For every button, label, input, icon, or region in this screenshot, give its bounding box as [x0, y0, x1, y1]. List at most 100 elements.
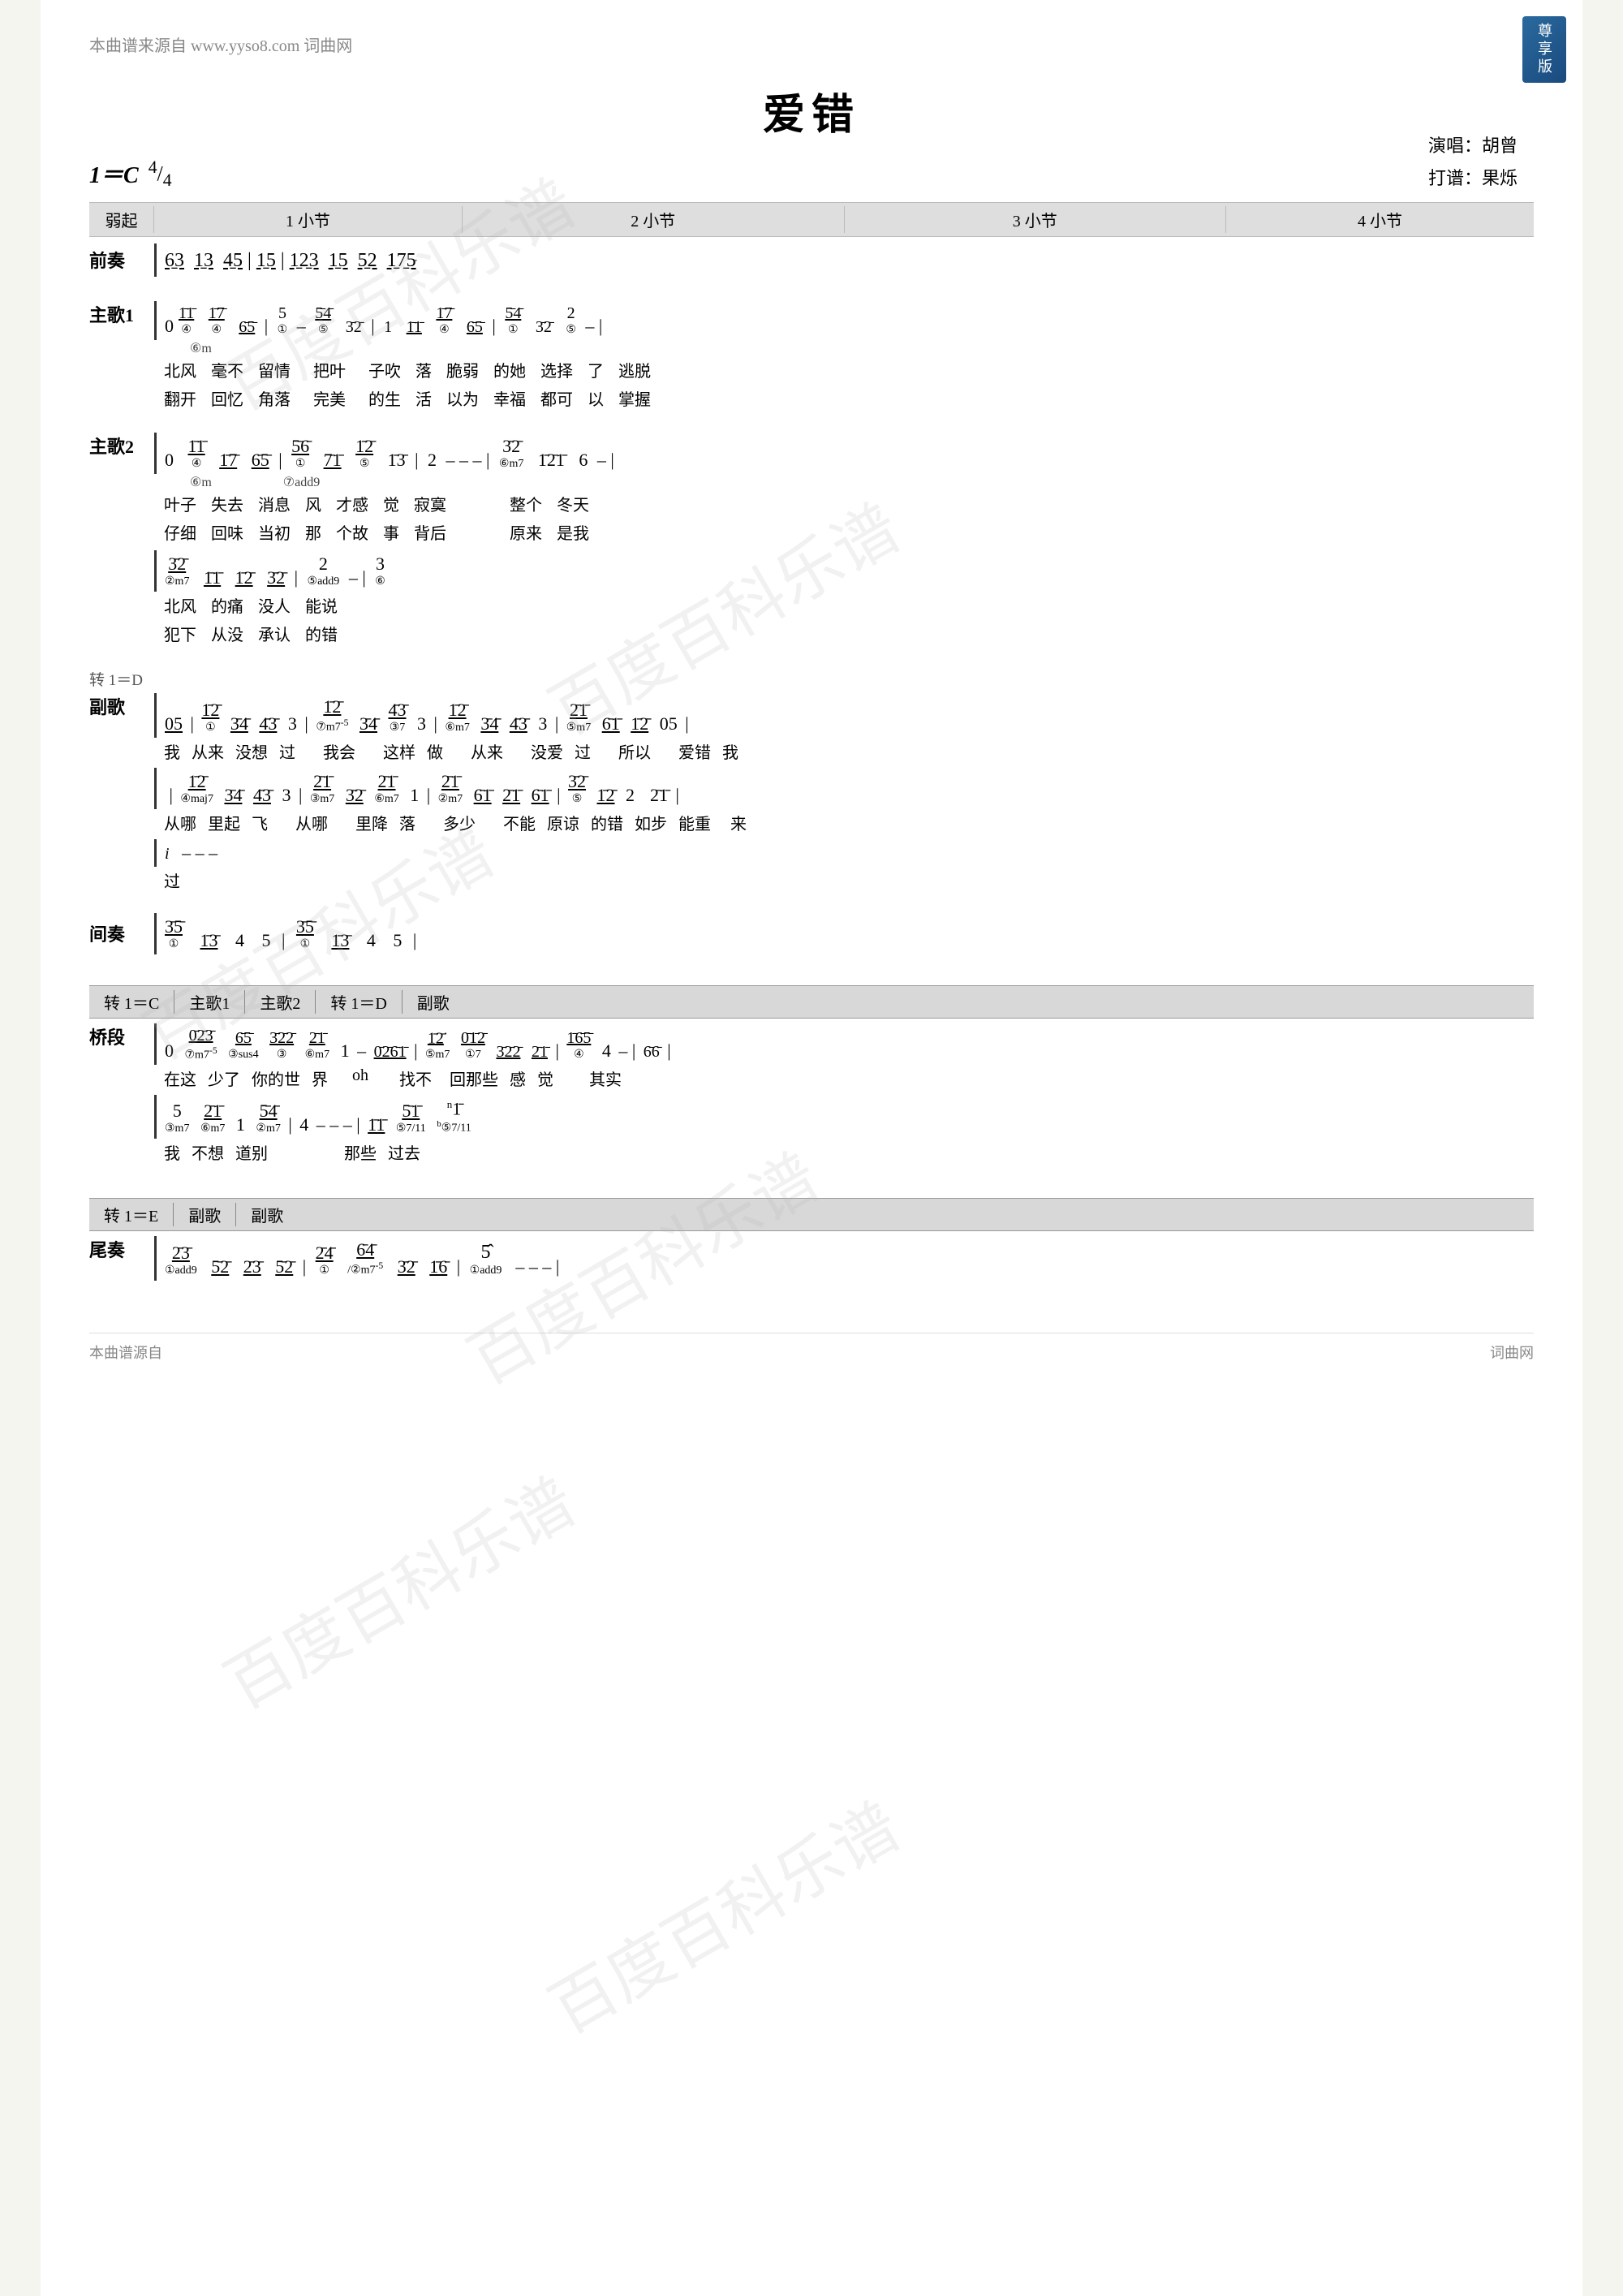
l5: 子吹 [368, 358, 401, 381]
v1-g9: 1̄7̄ ④ [436, 304, 452, 337]
l6b: 活 [415, 386, 432, 410]
l11: 逃脱 [618, 358, 651, 381]
l4b: 完美 [305, 386, 354, 410]
watermark-text-6: 百度百科乐谱 [530, 1776, 915, 2052]
l7b: 以为 [446, 386, 479, 410]
page: 百度百科乐谱 百度百科乐谱 百度百科乐谱 百度百科乐谱 百度百科乐谱 百度百科乐… [41, 0, 1582, 2296]
verse2-line1: 0 1̄1̄ ④ 1̄7̄ 6̄5̄ | 5̄6̄ ① 7̄1̄ [154, 433, 1534, 474]
l8: 的她 [493, 358, 526, 381]
title-section: 爱错 [89, 80, 1534, 141]
section-header-bar: 弱起 1 小节 2 小节 3 小节 4 小节 [89, 202, 1534, 237]
l3: 留情 [258, 358, 291, 381]
verse2-content: 0 1̄1̄ ④ 1̄7̄ 6̄5̄ | 5̄6̄ ① 7̄1̄ [154, 433, 1534, 648]
v1-note-0: 0 [165, 316, 174, 337]
chorus-section: 副歌 05 | 1̄2̄ ① 3̄4̄ 4̄3̄ 3 | 1̄2̄ ⑦m7 [89, 693, 1534, 895]
l9: 选择 [540, 358, 573, 381]
v1-g11: 5̄4̄ ① [505, 304, 521, 337]
chorus-line1: 05 | 1̄2̄ ① 3̄4̄ 4̄3̄ 3 | 1̄2̄ ⑦m7-5 [154, 693, 1534, 738]
l6: 落 [415, 358, 432, 381]
gb-verse1: 主歌1 [174, 990, 245, 1014]
v1-g2: 1̄7̄ ④ [209, 304, 225, 337]
v1-g3: 6̄5̄ [239, 318, 255, 337]
v1-g5: 5̄4̄ ⑤ [315, 304, 331, 337]
footer-right: 词曲网 [1490, 1342, 1534, 1363]
outro-content: 2̄3̄ ①add9 5̄2̄ 2̄3̄ 5̄2̄ | 2̄4̄ ① [154, 1236, 1534, 1281]
verse2-section: 主歌2 0 1̄1̄ ④ 1̄7̄ 6̄5̄ | 5̄6̄ ① [89, 433, 1534, 648]
bridge-section: 桥段 0 0̄2̄3̄ ⑦m7-5 6̄5̄ ③sus4 3̄2̄2̄ ③ [89, 1023, 1534, 1168]
v1-lyrics1b: 翻开 回忆 角落 完美 的生 活 以为 幸福 都可 以 掌握 [154, 386, 1534, 410]
top-bar: 本曲谱来源自 www.yyso8.com 词曲网 [89, 32, 1534, 56]
premium-badge: 尊享版 [1522, 16, 1566, 83]
l11b: 掌握 [618, 386, 651, 410]
ob-key-e: 转 1＝E [89, 1203, 174, 1226]
verse1-label: 主歌1 [89, 301, 154, 327]
v2-lyrics3b: 犯下从没承认的错 [154, 622, 1534, 645]
bridge-content: 0 0̄2̄3̄ ⑦m7-5 6̄5̄ ③sus4 3̄2̄2̄ ③ 2̄1̄ … [154, 1023, 1534, 1168]
v2-lyrics3: 北风的痛没人能说 [154, 593, 1534, 617]
v1-g7: 1 [384, 318, 392, 337]
v2-chords: ⑥m ⑦add9 [154, 474, 1534, 490]
verse2-label: 主歌2 [89, 433, 154, 459]
interlude-staff: 3̄5̄ ① 1̄3̄ 4 5 | 3̄5̄ ① 1̄3̄ 4 5 | [154, 913, 1534, 954]
header-intro: 弱起 [89, 206, 154, 233]
l2b: 回忆 [211, 386, 243, 410]
bridge-line2: 5 ③m7 2̄1̄ ⑥m7 1 5̄4̄ ②m7 | 4 – – – | 1̄… [154, 1095, 1534, 1139]
v2-lyrics1: 叶子失去消息风才感觉寂寞 整个冬天 [154, 492, 1534, 515]
prelude-staff: 6̱3 1̱3 4̱5 | 1̱5 | 1̱2̱3 1̱5 5̱2 1̱7̱5̣ [154, 243, 1534, 277]
v1-g1: 1̄1̄ ④ [179, 304, 194, 337]
v1-chords-1: ⑥m [154, 340, 1534, 356]
gb-key-c: 转 1＝C [89, 990, 174, 1014]
v1-g13: 2 ⑤ [566, 304, 576, 337]
site-info: 本曲谱来源自 www.yyso8.com 词曲网 [89, 32, 352, 56]
header-m2: 2 小节 [463, 206, 845, 233]
chorus-key-change: 转 1＝D [89, 668, 1534, 690]
bridge-label: 桥段 [89, 1023, 154, 1049]
ob-chorus1: 副歌 [174, 1203, 236, 1226]
footer-left: 本曲谱源自 [89, 1342, 162, 1363]
gb-chorus: 副歌 [403, 990, 464, 1014]
header-m4: 4 小节 [1226, 206, 1534, 233]
watermark-text-5: 百度百科乐谱 [205, 1451, 590, 1727]
v1-g8: 1̄1̄ [407, 318, 422, 337]
outro-section: 尾奏 2̄3̄ ①add9 5̄2̄ 2̄3̄ 5̄2̄ | 2̄4̄ [89, 1236, 1534, 1281]
interlude-content: 3̄5̄ ① 1̄3̄ 4 5 | 3̄5̄ ① 1̄3̄ 4 5 | [154, 913, 1534, 954]
key-sig: 1＝C [89, 157, 139, 190]
singer-info: 演唱：胡曾 [1428, 130, 1518, 162]
bridge-lyrics1: 在这少了你的世界 oh 找不回那些感觉 其实 [154, 1066, 1534, 1090]
chorus-line2: | 1̄2̄ ④maj7 3̄4̄ 4̄3̄ 3 | 2̄1̄ ③m7 [154, 768, 1534, 809]
chorus-line3: i – – – [154, 839, 1534, 867]
interlude-label: 间奏 [89, 920, 154, 946]
gb-verse2: 主歌2 [245, 990, 316, 1014]
verse2-line2: 3̄2̄ ②m7 1̄1̄ 1̄2̄ 3̄2̄ | 2 ⑤add9 – | [154, 550, 1534, 592]
v1-lyrics1: 北风 毫不 留情 把叶 子吹 落 脆弱 的她 选择 了 逃脱 [154, 358, 1534, 381]
header-m3: 3 小节 [845, 206, 1227, 233]
l9b: 都可 [540, 386, 573, 410]
l1b: 翻开 [164, 386, 196, 410]
l10: 了 [588, 358, 604, 381]
verse1-line1: 0 1̄1̄ ④ 1̄7̄ ④ 6̄5̄ | 5 ① [154, 301, 1534, 340]
l5b: 的生 [368, 386, 401, 410]
key-signature-row: 1＝C 4/4 [89, 157, 1534, 191]
chorus-lyrics3: 过 [154, 868, 1534, 892]
l8b: 幸福 [493, 386, 526, 410]
time-sig: 4/4 [149, 157, 172, 191]
l7: 脆弱 [446, 358, 479, 381]
v1-g4: 5 ① [278, 304, 288, 337]
prelude-notes: 6̱3 1̱3 4̱5 | 1̱5 | 1̱2̱3 1̱5 5̱2 1̱7̱5̣ [165, 250, 416, 271]
v2-lyrics2: 仔细回味当初那个故事背后 原来是我 [154, 520, 1534, 544]
l1: 北风 [164, 358, 196, 381]
footer: 本曲谱源自 词曲网 [89, 1333, 1534, 1363]
meta-info: 演唱：胡曾 打谱：果烁 [1428, 130, 1518, 194]
arranger-info: 打谱：果烁 [1428, 162, 1518, 195]
chorus-lyrics2: 从哪里起飞 从哪里降落 多少不能原谅的错如步能重 来 [154, 811, 1534, 834]
header-m1: 1 小节 [154, 206, 463, 233]
bridge-section-banner: 转 1＝C 主歌1 主歌2 转 1＝D 副歌 [89, 985, 1534, 1019]
song-title: 爱错 [89, 80, 1534, 141]
outro-label: 尾奏 [89, 1236, 154, 1262]
l2: 毫不 [211, 358, 243, 381]
gb-key-d: 转 1＝D [316, 990, 402, 1014]
ob-chorus2: 副歌 [236, 1203, 298, 1226]
outro-section-banner: 转 1＝E 副歌 副歌 [89, 1198, 1534, 1231]
prelude-label: 前奏 [89, 247, 154, 273]
verse1-section: 主歌1 0 1̄1̄ ④ 1̄7̄ ④ 6̄5̄ | [89, 301, 1534, 415]
